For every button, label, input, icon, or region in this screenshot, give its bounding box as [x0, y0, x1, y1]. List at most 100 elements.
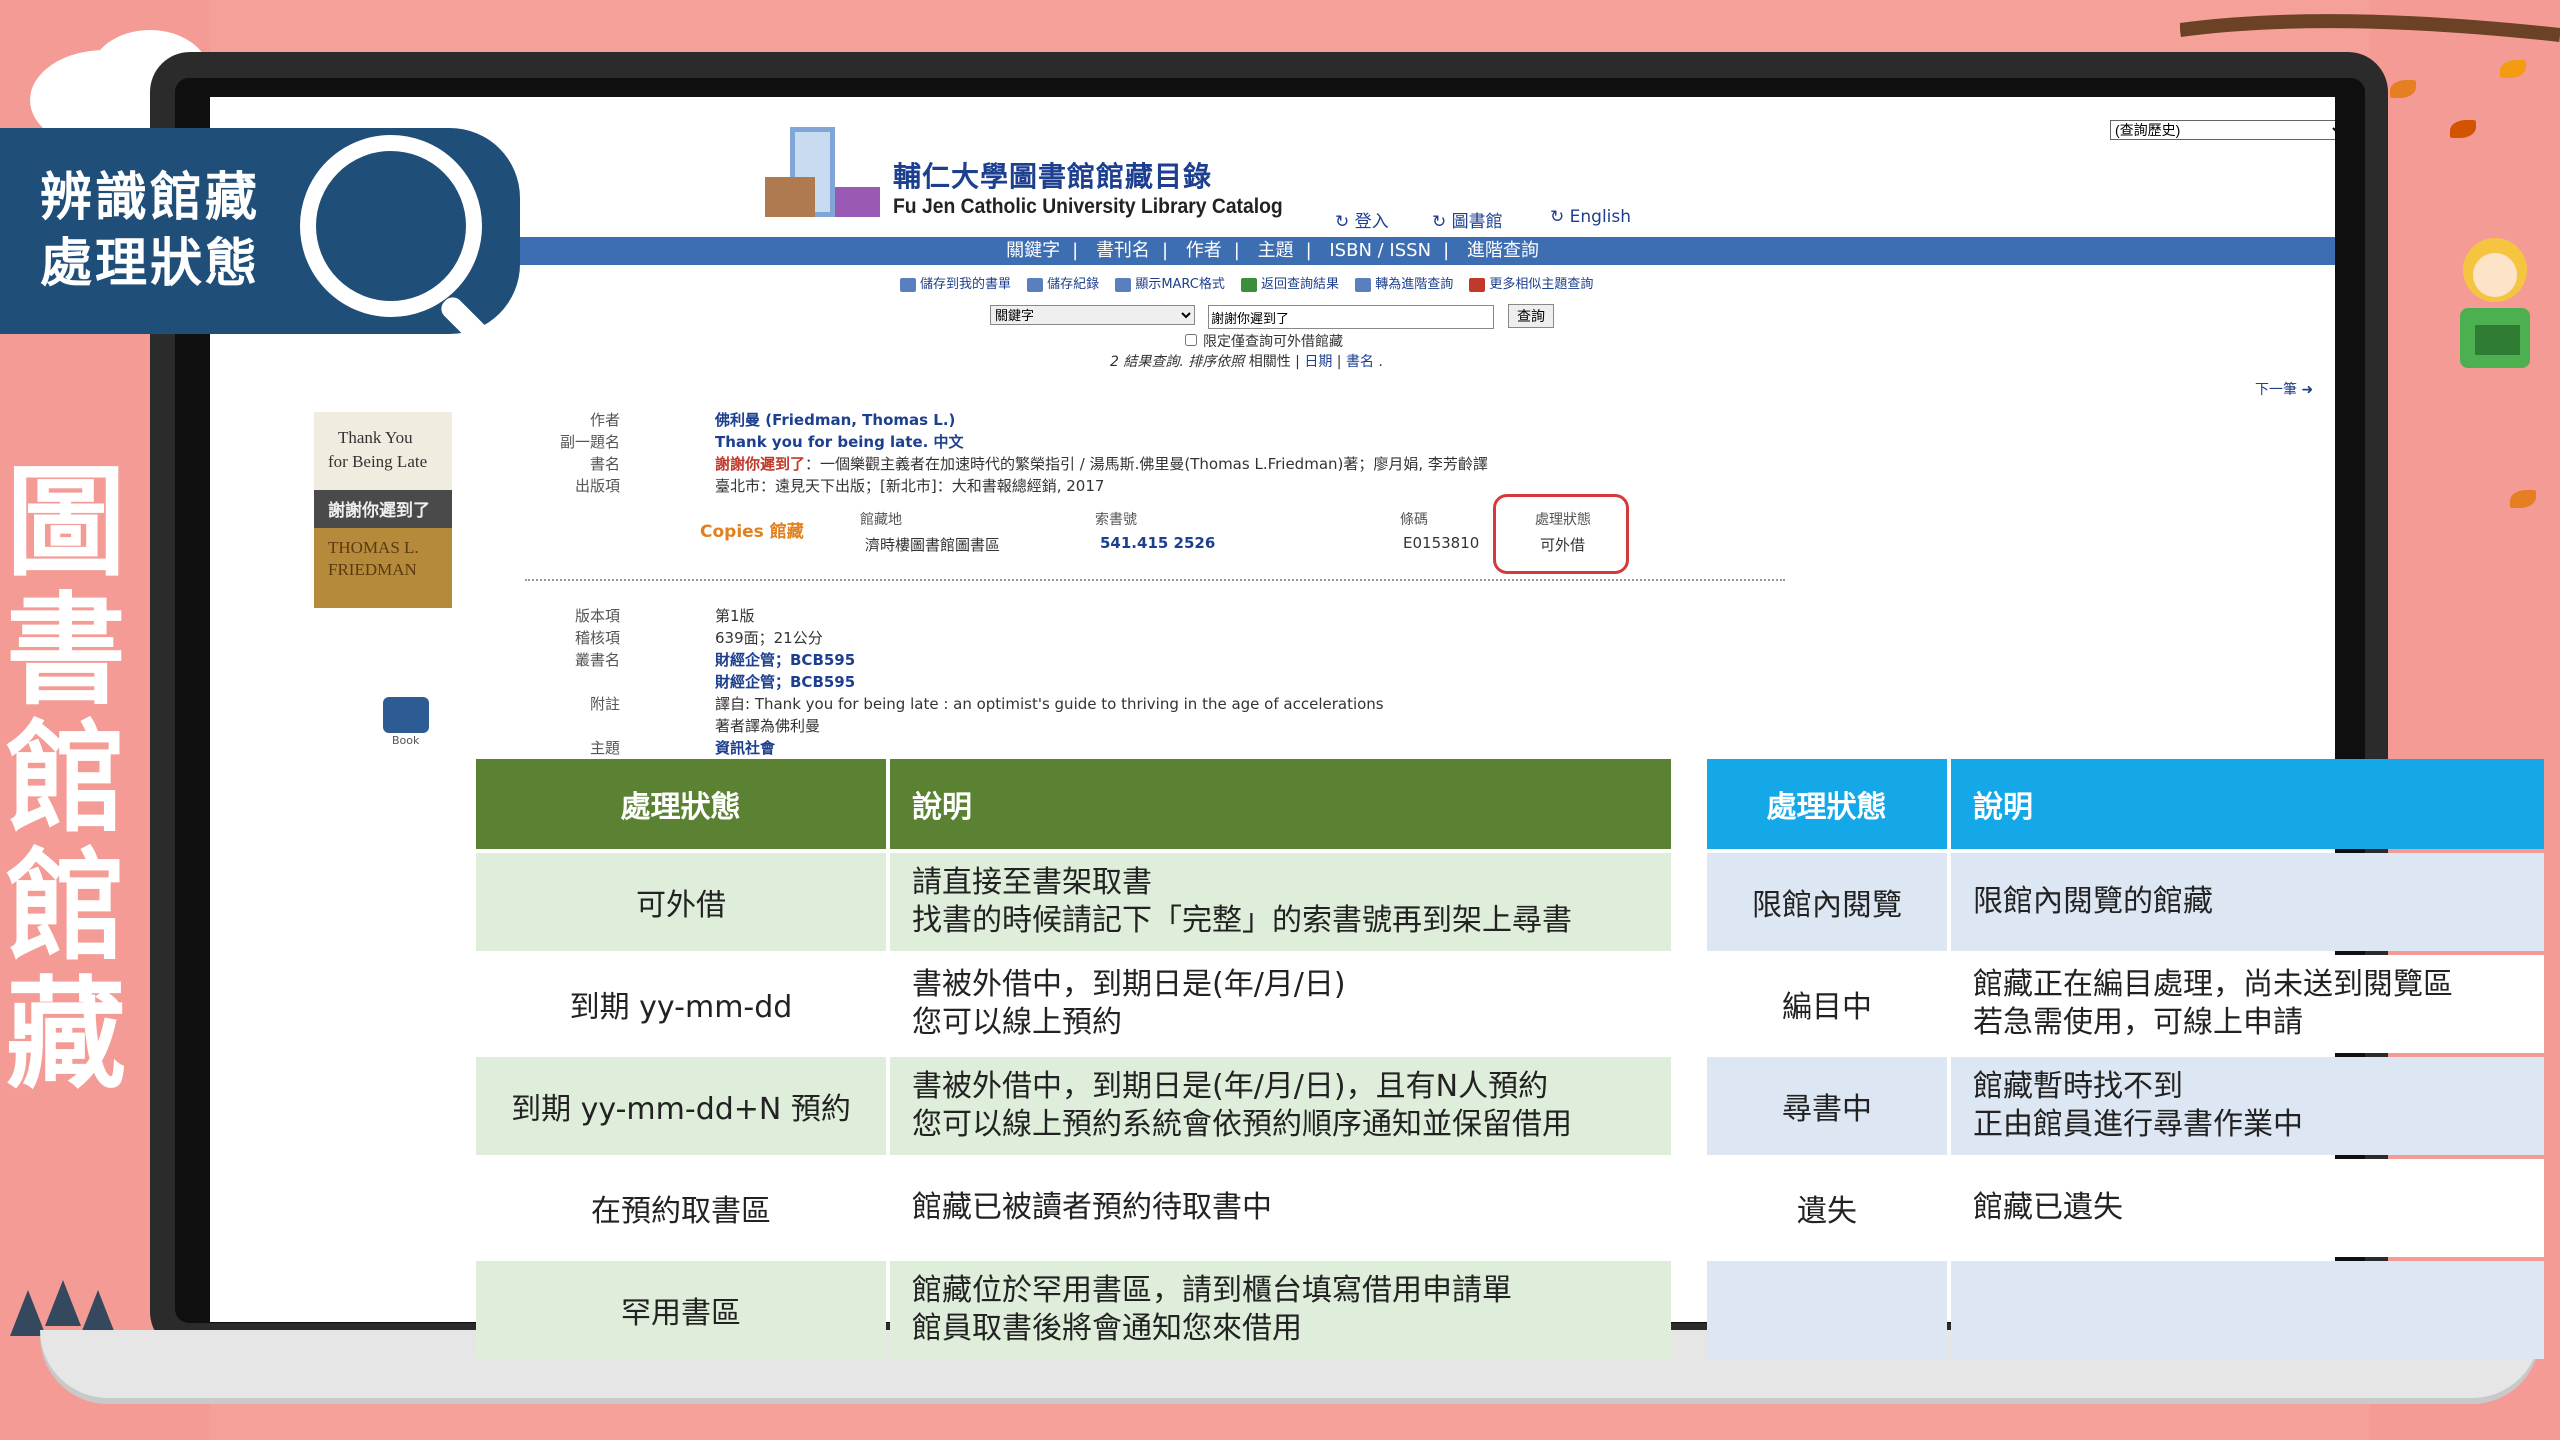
- publisher-label: 出版項: [574, 477, 620, 495]
- format-label: 稽核項: [574, 629, 620, 647]
- status-cell: 遺失: [1707, 1159, 1947, 1257]
- author-value[interactable]: 佛利曼 (Friedman, Thomas L.): [715, 409, 955, 430]
- table-row: 到期 yy-mm-dd 書被外借中，到期日是(年/月/日) 您可以線上預約: [476, 955, 1671, 1053]
- library-building-icon: [765, 127, 880, 217]
- advanced-search-button[interactable]: 轉為進階查詢: [1355, 277, 1453, 292]
- next-record-link[interactable]: 下一筆 ➜: [2255, 379, 2313, 399]
- title-value: 謝謝你遲到了：一個樂觀主義者在加速時代的繁榮指引 / 湯馬斯.佛里曼(Thoma…: [715, 455, 1488, 473]
- description-cell: [1951, 1261, 2544, 1359]
- status-table-right: 處理狀態 說明 限館內閱覽 限館內閱覽的館藏 編目中 館藏正在編目處理，尚未送到…: [1703, 755, 2548, 1363]
- location-value: 濟時樓圖書館圖書區: [865, 536, 1001, 554]
- description-cell: 書被外借中，到期日是(年/月/日) 您可以線上預約: [890, 955, 1671, 1053]
- copies-label: Copies 館藏: [700, 522, 804, 542]
- flower-icon: [1469, 277, 1486, 292]
- col-location-header: 館藏地: [860, 512, 902, 528]
- description-cell: 館藏正在編目處理，尚未送到閱覽區 若急需使用，可線上申請: [1951, 955, 2544, 1053]
- status-cell: 可外借: [476, 853, 886, 951]
- status-highlight-box: [1493, 494, 1629, 574]
- status-cell: 到期 yy-mm-dd+N 預約: [476, 1057, 886, 1155]
- nav-subject[interactable]: 主題: [1258, 240, 1294, 261]
- show-marc-button[interactable]: 顯示MARC格式: [1115, 277, 1225, 292]
- format-value: 639面；21公分: [715, 629, 823, 647]
- description-cell: 館藏已被讀者預約待取書中: [890, 1159, 1671, 1257]
- search-button[interactable]: 查詢: [1508, 304, 1554, 328]
- author-label: 作者: [589, 411, 620, 429]
- nav-advanced[interactable]: 進階查詢: [1467, 240, 1539, 261]
- sort-relevance[interactable]: 相關性: [1249, 354, 1291, 370]
- tree-branch-decoration: [2179, 0, 2560, 42]
- save-list-icon: [900, 277, 916, 292]
- sort-line: 2 結果查詢. 排序依照 相關性 | 日期 | 書名 .: [1110, 354, 1383, 370]
- library-link[interactable]: ↻ 圖書館: [1432, 207, 1503, 232]
- status-cell: 到期 yy-mm-dd: [476, 955, 886, 1053]
- description-cell: 書被外借中，到期日是(年/月/日)，且有N人預約 您可以線上預約系統會依預約順序通…: [890, 1057, 1671, 1155]
- alt-title-value[interactable]: Thank you for being late. 中文: [715, 431, 964, 452]
- catalog-subtitle: Fu Jen Catholic University Library Catal…: [893, 195, 1283, 218]
- similar-subject-button[interactable]: 更多相似主題查詢: [1469, 277, 1593, 292]
- title-label: 書名: [589, 455, 620, 473]
- book-cover-image: Thank You for Being Late 謝謝你遲到了 THOMAS L…: [314, 412, 452, 608]
- reading-child-illustration: [2440, 230, 2540, 380]
- callno-value[interactable]: 541.415 2526: [1100, 534, 1215, 552]
- list-icon: [1115, 277, 1132, 292]
- col-callno-header: 索書號: [1095, 512, 1137, 528]
- magnifier-icon: [300, 135, 482, 317]
- status-cell: 罕用書區: [476, 1261, 886, 1359]
- english-link[interactable]: ↻ English: [1550, 207, 1631, 227]
- save-record-button[interactable]: 儲存紀錄: [1027, 277, 1099, 292]
- back-arrow-icon: [1241, 277, 1258, 292]
- badge-title: 辨識館藏 處理狀態: [40, 168, 261, 294]
- sort-title[interactable]: 書名: [1346, 354, 1374, 370]
- description-cell: 限館內閱覽的館藏: [1951, 853, 2544, 951]
- series-label: 叢書名: [574, 651, 620, 669]
- table-row: 尋書中 館藏暫時找不到 正由館員進行尋書作業中: [1707, 1057, 2544, 1155]
- record-toolbar: 儲存到我的書單 儲存紀錄 顯示MARC格式 返回查詢結果 轉為進階查詢 更多相似…: [900, 273, 1605, 292]
- series-value-1[interactable]: 財經企管；BCB595: [715, 649, 855, 670]
- description-cell: 館藏位於罕用書區，請到櫃台填寫借用申請單 館員取書後將會通知您來借用: [890, 1261, 1671, 1359]
- table-row: 限館內閱覽 限館內閱覽的館藏: [1707, 853, 2544, 951]
- limit-checkbox[interactable]: [1185, 334, 1197, 346]
- side-vertical-title: 圖書館館藏: [6, 454, 126, 1105]
- magnifier-icon: [1355, 277, 1372, 292]
- nav-author[interactable]: 作者: [1186, 240, 1222, 261]
- description-cell: 館藏已遺失: [1951, 1159, 2544, 1257]
- header-description: 說明: [1951, 759, 2544, 849]
- note-label: 附註: [589, 695, 620, 713]
- table-row: 編目中 館藏正在編目處理，尚未送到閱覽區 若急需使用，可線上申請: [1707, 955, 2544, 1053]
- status-cell: 在預約取書區: [476, 1159, 886, 1257]
- nav-keyword[interactable]: 關鍵字: [1006, 240, 1060, 261]
- table-row: 到期 yy-mm-dd+N 預約 書被外借中，到期日是(年/月/日)，且有N人預…: [476, 1057, 1671, 1155]
- header-description: 說明: [890, 759, 1671, 849]
- search-nav-bar: 關鍵字 | 書刊名 | 作者 | 主題 | ISBN / ISSN | 進階查詢: [210, 237, 2335, 265]
- cover-line1: Thank You: [338, 428, 413, 447]
- publisher-value: 臺北市：遠見天下出版；[新北市]：大和書報總經銷, 2017: [715, 477, 1105, 495]
- limit-checkbox-row[interactable]: 限定僅查詢可外借館藏: [1185, 331, 1343, 351]
- col-barcode-header: 條碼: [1400, 512, 1428, 528]
- save-to-list-button[interactable]: 儲存到我的書單: [900, 277, 1011, 292]
- header-status: 處理狀態: [476, 759, 886, 849]
- status-cell: 編目中: [1707, 955, 1947, 1053]
- status-cell: [1707, 1261, 1947, 1359]
- series-value-2[interactable]: 財經企管；BCB595: [715, 671, 855, 692]
- description-cell: 請直接至書架取書 找書的時候請記下「完整」的索書號再到架上尋書: [890, 853, 1671, 951]
- sort-date[interactable]: 日期: [1304, 354, 1332, 370]
- search-field-select[interactable]: 關鍵字: [990, 305, 1195, 325]
- description-cell: 館藏暫時找不到 正由館員進行尋書作業中: [1951, 1057, 2544, 1155]
- cover-line3: 謝謝你遲到了: [328, 501, 430, 521]
- status-table-left: 處理狀態 說明 可外借 請直接至書架取書 找書的時候請記下「完整」的索書號再到架上…: [472, 755, 1675, 1363]
- dotted-divider: [525, 579, 1785, 581]
- barcode-value: E0153810: [1403, 534, 1480, 552]
- cover-line5: FRIEDMAN: [328, 560, 417, 579]
- search-history-select[interactable]: (查詢歷史): [2110, 120, 2335, 140]
- status-cell: 限館內閱覽: [1707, 853, 1947, 951]
- edition-value: 第1版: [715, 607, 755, 625]
- catalog-title: 輔仁大學圖書館館藏目錄: [893, 160, 1213, 193]
- alt-title-label: 副一題名: [559, 433, 620, 451]
- login-link[interactable]: ↻ 登入: [1335, 207, 1389, 232]
- nav-title[interactable]: 書刊名: [1096, 240, 1150, 261]
- search-input[interactable]: [1208, 305, 1494, 329]
- back-to-results-button[interactable]: 返回查詢結果: [1241, 277, 1339, 292]
- status-cell: 尋書中: [1707, 1057, 1947, 1155]
- nav-isbn[interactable]: ISBN / ISSN: [1329, 240, 1431, 261]
- table-row: 罕用書區 館藏位於罕用書區，請到櫃台填寫借用申請單 館員取書後將會通知您來借用: [476, 1261, 1671, 1359]
